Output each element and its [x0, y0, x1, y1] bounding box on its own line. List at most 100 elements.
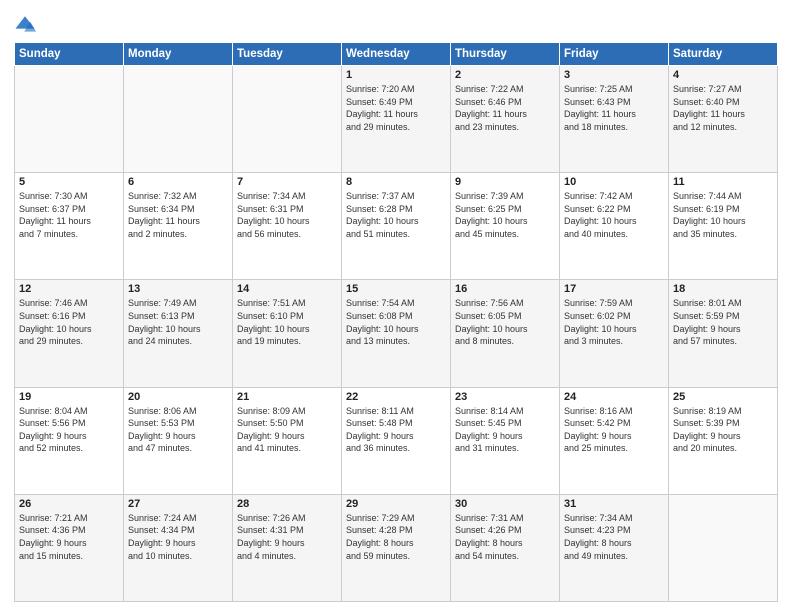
day-number: 29 [346, 498, 446, 510]
day-info: Sunrise: 7:56 AM Sunset: 6:05 PM Dayligh… [455, 297, 555, 347]
day-number: 13 [128, 283, 228, 295]
header [14, 10, 778, 36]
day-number: 23 [455, 391, 555, 403]
day-info: Sunrise: 7:32 AM Sunset: 6:34 PM Dayligh… [128, 190, 228, 240]
day-info: Sunrise: 8:16 AM Sunset: 5:42 PM Dayligh… [564, 405, 664, 455]
day-info: Sunrise: 8:06 AM Sunset: 5:53 PM Dayligh… [128, 405, 228, 455]
day-number: 31 [564, 498, 664, 510]
day-info: Sunrise: 7:34 AM Sunset: 4:23 PM Dayligh… [564, 512, 664, 562]
day-info: Sunrise: 7:44 AM Sunset: 6:19 PM Dayligh… [673, 190, 773, 240]
weekday-header: Monday [124, 43, 233, 66]
day-info: Sunrise: 7:20 AM Sunset: 6:49 PM Dayligh… [346, 83, 446, 133]
day-number: 6 [128, 176, 228, 188]
day-info: Sunrise: 7:37 AM Sunset: 6:28 PM Dayligh… [346, 190, 446, 240]
day-number: 9 [455, 176, 555, 188]
day-number: 16 [455, 283, 555, 295]
calendar-cell [124, 66, 233, 173]
calendar-header-row: SundayMondayTuesdayWednesdayThursdayFrid… [15, 43, 778, 66]
day-info: Sunrise: 7:21 AM Sunset: 4:36 PM Dayligh… [19, 512, 119, 562]
calendar-cell: 28 Sunrise: 7:26 AM Sunset: 4:31 PM Dayli… [233, 494, 342, 601]
calendar-week-row: 19Sunrise: 8:04 AM Sunset: 5:56 PM Dayli… [15, 387, 778, 494]
day-number: 7 [237, 176, 337, 188]
calendar-cell: 3Sunrise: 7:25 AM Sunset: 6:43 PM Daylig… [560, 66, 669, 173]
calendar-cell: 5 Sunrise: 7:30 AM Sunset: 6:37 PM Daylig… [15, 173, 124, 280]
day-number: 21 [237, 391, 337, 403]
calendar-cell: 4Sunrise: 7:27 AM Sunset: 6:40 PM Daylig… [669, 66, 778, 173]
calendar-table: SundayMondayTuesdayWednesdayThursdayFrid… [14, 42, 778, 602]
calendar-cell: 8 Sunrise: 7:37 AM Sunset: 6:28 PM Daylig… [342, 173, 451, 280]
day-number: 11 [673, 176, 773, 188]
day-number: 18 [673, 283, 773, 295]
calendar-cell [233, 66, 342, 173]
day-info: Sunrise: 7:30 AM Sunset: 6:37 PM Dayligh… [19, 190, 119, 240]
day-info: Sunrise: 7:54 AM Sunset: 6:08 PM Dayligh… [346, 297, 446, 347]
calendar-week-row: 26 Sunrise: 7:21 AM Sunset: 4:36 PM Dayli… [15, 494, 778, 601]
day-info: Sunrise: 7:29 AM Sunset: 4:28 PM Dayligh… [346, 512, 446, 562]
day-number: 10 [564, 176, 664, 188]
calendar-cell: 26 Sunrise: 7:21 AM Sunset: 4:36 PM Dayli… [15, 494, 124, 601]
calendar-cell: 15Sunrise: 7:54 AM Sunset: 6:08 PM Dayli… [342, 280, 451, 387]
day-number: 27 [128, 498, 228, 510]
weekday-header: Sunday [15, 43, 124, 66]
calendar-cell: 31 Sunrise: 7:34 AM Sunset: 4:23 PM Dayli… [560, 494, 669, 601]
day-number: 28 [237, 498, 337, 510]
day-info: Sunrise: 8:09 AM Sunset: 5:50 PM Dayligh… [237, 405, 337, 455]
calendar-cell: 24 Sunrise: 8:16 AM Sunset: 5:42 PM Dayli… [560, 387, 669, 494]
weekday-header: Thursday [451, 43, 560, 66]
day-number: 17 [564, 283, 664, 295]
logo [14, 14, 38, 36]
logo-icon [14, 14, 36, 36]
calendar-week-row: 1 Sunrise: 7:20 AM Sunset: 6:49 PM Daylig… [15, 66, 778, 173]
day-info: Sunrise: 7:26 AM Sunset: 4:31 PM Dayligh… [237, 512, 337, 562]
calendar-cell: 2 Sunrise: 7:22 AM Sunset: 6:46 PM Daylig… [451, 66, 560, 173]
day-info: Sunrise: 7:39 AM Sunset: 6:25 PM Dayligh… [455, 190, 555, 240]
day-info: Sunrise: 7:42 AM Sunset: 6:22 PM Dayligh… [564, 190, 664, 240]
calendar-cell [15, 66, 124, 173]
calendar-cell: 6 Sunrise: 7:32 AM Sunset: 6:34 PM Daylig… [124, 173, 233, 280]
calendar-cell [669, 494, 778, 601]
day-number: 2 [455, 69, 555, 81]
day-number: 1 [346, 69, 446, 81]
calendar-week-row: 5 Sunrise: 7:30 AM Sunset: 6:37 PM Daylig… [15, 173, 778, 280]
day-number: 25 [673, 391, 773, 403]
calendar-cell: 22 Sunrise: 8:11 AM Sunset: 5:48 PM Dayli… [342, 387, 451, 494]
day-info: Sunrise: 8:19 AM Sunset: 5:39 PM Dayligh… [673, 405, 773, 455]
calendar-cell: 11 Sunrise: 7:44 AM Sunset: 6:19 PM Dayli… [669, 173, 778, 280]
calendar-cell: 29 Sunrise: 7:29 AM Sunset: 4:28 PM Dayli… [342, 494, 451, 601]
day-info: Sunrise: 8:11 AM Sunset: 5:48 PM Dayligh… [346, 405, 446, 455]
day-number: 26 [19, 498, 119, 510]
day-number: 14 [237, 283, 337, 295]
day-info: Sunrise: 7:24 AM Sunset: 4:34 PM Dayligh… [128, 512, 228, 562]
calendar-cell: 12Sunrise: 7:46 AM Sunset: 6:16 PM Dayli… [15, 280, 124, 387]
day-info: Sunrise: 7:51 AM Sunset: 6:10 PM Dayligh… [237, 297, 337, 347]
day-info: Sunrise: 7:22 AM Sunset: 6:46 PM Dayligh… [455, 83, 555, 133]
weekday-header: Tuesday [233, 43, 342, 66]
calendar-cell: 27 Sunrise: 7:24 AM Sunset: 4:34 PM Dayli… [124, 494, 233, 601]
day-number: 22 [346, 391, 446, 403]
day-number: 20 [128, 391, 228, 403]
calendar-cell: 9 Sunrise: 7:39 AM Sunset: 6:25 PM Daylig… [451, 173, 560, 280]
calendar-cell: 17 Sunrise: 7:59 AM Sunset: 6:02 PM Dayli… [560, 280, 669, 387]
day-number: 4 [673, 69, 773, 81]
calendar-cell: 16 Sunrise: 7:56 AM Sunset: 6:05 PM Dayli… [451, 280, 560, 387]
calendar-cell: 30Sunrise: 7:31 AM Sunset: 4:26 PM Dayli… [451, 494, 560, 601]
day-number: 8 [346, 176, 446, 188]
weekday-header: Friday [560, 43, 669, 66]
day-number: 24 [564, 391, 664, 403]
day-info: Sunrise: 8:01 AM Sunset: 5:59 PM Dayligh… [673, 297, 773, 347]
day-info: Sunrise: 7:49 AM Sunset: 6:13 PM Dayligh… [128, 297, 228, 347]
day-number: 3 [564, 69, 664, 81]
calendar-cell: 21 Sunrise: 8:09 AM Sunset: 5:50 PM Dayli… [233, 387, 342, 494]
calendar-cell: 19Sunrise: 8:04 AM Sunset: 5:56 PM Dayli… [15, 387, 124, 494]
calendar-cell: 1 Sunrise: 7:20 AM Sunset: 6:49 PM Daylig… [342, 66, 451, 173]
day-info: Sunrise: 7:46 AM Sunset: 6:16 PM Dayligh… [19, 297, 119, 347]
weekday-header: Wednesday [342, 43, 451, 66]
day-info: Sunrise: 7:59 AM Sunset: 6:02 PM Dayligh… [564, 297, 664, 347]
day-number: 5 [19, 176, 119, 188]
calendar-cell: 14 Sunrise: 7:51 AM Sunset: 6:10 PM Dayli… [233, 280, 342, 387]
calendar-week-row: 12Sunrise: 7:46 AM Sunset: 6:16 PM Dayli… [15, 280, 778, 387]
day-info: Sunrise: 7:34 AM Sunset: 6:31 PM Dayligh… [237, 190, 337, 240]
calendar-cell: 10 Sunrise: 7:42 AM Sunset: 6:22 PM Dayli… [560, 173, 669, 280]
day-info: Sunrise: 8:04 AM Sunset: 5:56 PM Dayligh… [19, 405, 119, 455]
day-info: Sunrise: 7:31 AM Sunset: 4:26 PM Dayligh… [455, 512, 555, 562]
